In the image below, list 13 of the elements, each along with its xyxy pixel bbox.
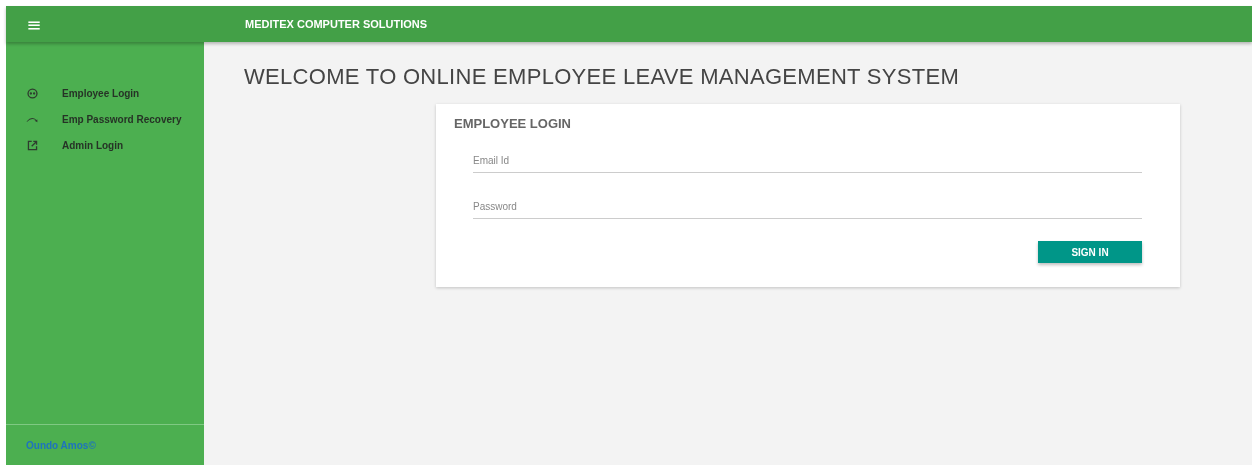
author-credit: Oundo Amos© [26,439,96,451]
sign-in-button[interactable]: SIGN IN [1038,241,1142,263]
sidebar-item[interactable]: Emp Password Recovery [6,110,204,128]
card-title: EMPLOYEE LOGIN [454,116,572,131]
face-icon [26,86,39,100]
sidebar-item[interactable]: Employee Login [6,84,204,102]
password-field[interactable]: Password [473,195,1142,219]
sidebar-item[interactable]: Admin Login [6,136,204,154]
external-link-icon [26,138,39,152]
email-field[interactable]: Email Id [473,149,1142,173]
app-title: MEDITEX COMPUTER SOLUTIONS [245,18,428,30]
menu-button[interactable]: ≡ [14,13,54,35]
page-heading: WELCOME TO ONLINE EMPLOYEE LEAVE MANAGEMENT SYSTEM [244,64,961,90]
